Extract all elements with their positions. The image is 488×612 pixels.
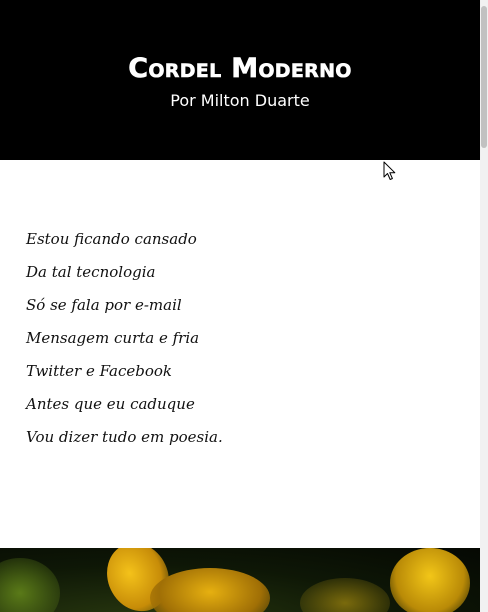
scrollbar-thumb[interactable]	[481, 6, 487, 148]
poem: Estou ficando cansado Da tal tecnologia …	[26, 228, 223, 459]
vertical-scrollbar[interactable]	[480, 0, 488, 612]
author-name: Milton Duarte	[200, 91, 310, 110]
byline: Por Milton Duarte	[0, 91, 480, 111]
site-title[interactable]: Cordel Moderno	[0, 52, 480, 86]
poem-line: Só se fala por e-mail	[26, 296, 182, 314]
site-header: Cordel Moderno Por Milton Duarte	[0, 0, 480, 160]
poem-line: Mensagem curta e fria	[26, 329, 200, 347]
mouse-pointer-icon	[383, 161, 396, 180]
leaf-blur	[0, 558, 60, 612]
poem-line: Estou ficando cansado	[26, 230, 197, 248]
poem-line: Antes que eu caduque	[26, 395, 195, 413]
page: Cordel Moderno Por Milton Duarte Estou f…	[0, 0, 480, 612]
poem-line: Twitter e Facebook	[26, 362, 172, 380]
flower-shadow	[300, 578, 390, 612]
byline-prefix: Por	[170, 91, 196, 110]
poem-line: Da tal tecnologia	[26, 263, 156, 281]
flower-photo	[0, 548, 480, 612]
poem-line: Vou dizer tudo em poesia.	[26, 428, 223, 446]
flower-petal	[390, 548, 470, 612]
